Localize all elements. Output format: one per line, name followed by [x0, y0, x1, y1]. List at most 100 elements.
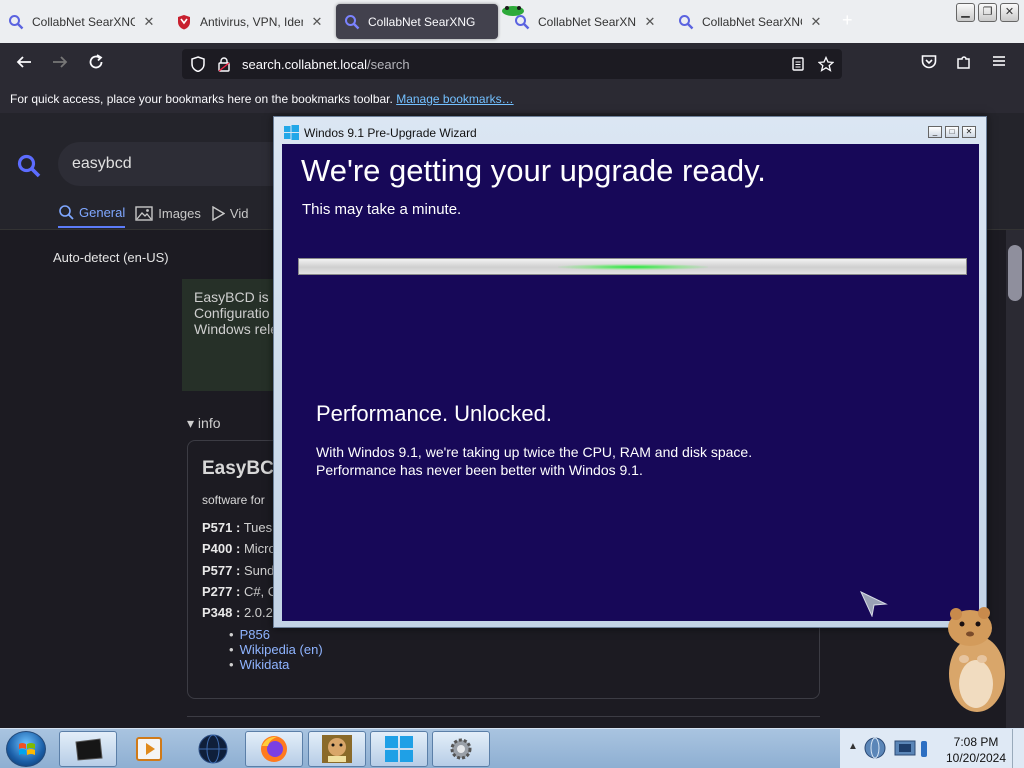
start-button[interactable]	[6, 731, 46, 767]
url-path: /search	[367, 57, 410, 72]
forward-button[interactable]	[49, 53, 71, 75]
progress-indicator	[558, 264, 708, 270]
infobox-property: P577 : Sund	[202, 563, 274, 578]
tab-collabnet-1[interactable]: CollabNet SearXNG ✕	[0, 4, 165, 39]
close-window-button[interactable]: ✕	[1000, 3, 1019, 22]
url-bar[interactable]: search.collabnet.local/search	[182, 49, 842, 79]
tab-title: CollabNet SearXNG	[368, 14, 476, 29]
pocket-icon	[921, 55, 937, 69]
infobox-subtitle: software for	[202, 493, 265, 507]
close-tab-icon[interactable]: ✕	[309, 14, 325, 30]
search-icon	[345, 14, 360, 29]
taskbar-media-player-button[interactable]	[121, 731, 179, 767]
infobox-property: P348 : 2.0.2	[202, 605, 273, 620]
answer-box: EasyBCD is Configuratio Windows rele	[182, 279, 282, 391]
wizard-maximize-button[interactable]: □	[945, 126, 959, 138]
media-player-icon	[136, 737, 162, 761]
scrollbar-thumb[interactable]	[1008, 245, 1022, 301]
taskbar-game-button[interactable]	[308, 731, 366, 767]
link-official-site[interactable]: P856	[229, 627, 323, 642]
play-icon	[212, 205, 225, 221]
wizard-paragraph-line: Performance has never been better with W…	[316, 462, 643, 478]
reload-button[interactable]	[85, 53, 107, 75]
url-text: search.collabnet.local/search	[242, 57, 410, 72]
app-menu-button[interactable]	[988, 53, 1010, 75]
search-icon	[515, 14, 530, 29]
puzzle-icon	[957, 56, 970, 69]
hamster-mascot-icon	[948, 607, 1005, 712]
tab-antivirus[interactable]: Antivirus, VPN, Identi ✕	[168, 4, 333, 39]
wizard-minimize-button[interactable]: _	[928, 126, 942, 138]
network-status-icon[interactable]	[892, 735, 918, 761]
close-tab-icon[interactable]: ✕	[141, 14, 157, 30]
new-tab-button[interactable]: +	[842, 10, 853, 31]
infobox-links: P856 Wikipedia (en) Wikidata	[229, 627, 323, 672]
taskbar-firefox-button[interactable]	[245, 731, 303, 767]
tab-title: CollabNet SearXNG	[32, 14, 135, 29]
info-section-toggle[interactable]: ▾ info	[187, 415, 221, 432]
tab-general[interactable]: General	[58, 204, 126, 228]
infobox-property: P277 : C#, C	[202, 584, 277, 599]
pocket-button[interactable]	[918, 53, 940, 75]
taskbar-upgrade-wizard-button[interactable]	[370, 731, 428, 767]
tab-collabnet-3[interactable]: CollabNet SearXNG ✕	[506, 4, 666, 39]
close-tab-icon[interactable]: ✕	[642, 14, 658, 30]
tab-images[interactable]: Images	[135, 204, 201, 228]
image-icon	[135, 205, 153, 221]
system-clock[interactable]: 7:08 PM 10/20/2024	[945, 734, 1007, 766]
infobox-title: EasyBC	[202, 458, 274, 479]
minimize-window-button[interactable]: ▁	[956, 3, 975, 22]
wizard-subheading: This may take a minute.	[302, 201, 462, 218]
language-selector[interactable]: Auto-detect (en-US)	[53, 250, 169, 265]
browser-tab-strip: CollabNet SearXNG ✕ Antivirus, VPN, Iden…	[0, 0, 1024, 43]
search-icon	[9, 14, 24, 29]
maximize-window-button[interactable]: ❐	[978, 3, 997, 22]
browser-navigation-bar: search.collabnet.local/search	[0, 43, 1024, 85]
section-divider	[187, 716, 820, 717]
settings-gear-icon	[450, 738, 472, 760]
answer-line: Configuratio	[194, 305, 270, 321]
bookmarks-toolbar: For quick access, place your bookmarks h…	[0, 85, 1024, 113]
upgrade-wizard-window: Windos 9.1 Pre-Upgrade Wizard _ □ ✕ We'r…	[273, 116, 987, 628]
property-key: P400 :	[202, 541, 241, 556]
tracking-shield-icon[interactable]	[190, 56, 206, 72]
tab-title: Antivirus, VPN, Identi	[200, 14, 303, 29]
reader-view-icon[interactable]	[790, 56, 806, 72]
bookmark-star-icon[interactable]	[818, 56, 834, 72]
page-scrollbar[interactable]	[1006, 230, 1024, 728]
terminal-icon	[75, 738, 103, 761]
game-box-icon	[322, 735, 352, 763]
url-host: search.collabnet.local	[242, 57, 368, 72]
back-button[interactable]	[13, 53, 35, 75]
link-wikidata[interactable]: Wikidata	[229, 657, 323, 672]
taskbar-terminal-button[interactable]	[59, 731, 117, 767]
tab-label: General	[79, 204, 126, 220]
show-desktop-button[interactable]	[1012, 729, 1024, 768]
lock-icon[interactable]	[216, 56, 232, 72]
network-globe-icon[interactable]	[862, 735, 888, 761]
windows-flag-icon	[19, 743, 35, 755]
tray-expand-icon[interactable]: ▲	[848, 741, 858, 752]
wizard-close-button[interactable]: ✕	[962, 126, 976, 138]
search-query-text: easybcd	[72, 155, 132, 172]
tab-videos[interactable]: Vid	[211, 204, 248, 228]
taskbar-settings-button[interactable]	[432, 731, 490, 767]
wizard-window-controls: _ □ ✕	[928, 126, 976, 138]
property-key: P348 :	[202, 605, 241, 620]
tab-collabnet-active[interactable]: CollabNet SearXNG	[336, 4, 498, 39]
property-key: P277 :	[202, 584, 241, 599]
reload-icon	[89, 54, 103, 69]
tab-collabnet-4[interactable]: CollabNet SearXNG ✕	[670, 4, 832, 39]
searxng-logo-icon[interactable]	[16, 153, 42, 179]
manage-bookmarks-link[interactable]: Manage bookmarks…	[396, 92, 513, 106]
power-icon[interactable]	[918, 739, 930, 759]
extensions-button[interactable]	[953, 53, 975, 75]
property-value: 2.0.2	[243, 605, 273, 620]
property-key: P577 :	[202, 563, 241, 578]
link-wikipedia[interactable]: Wikipedia (en)	[229, 642, 323, 657]
wizard-section-heading: Performance. Unlocked.	[316, 401, 552, 426]
taskbar-globe-button[interactable]	[184, 731, 242, 767]
close-tab-icon[interactable]: ✕	[808, 14, 824, 30]
upgrade-progress-bar	[298, 258, 967, 275]
tab-title: CollabNet SearXNG	[538, 14, 636, 29]
